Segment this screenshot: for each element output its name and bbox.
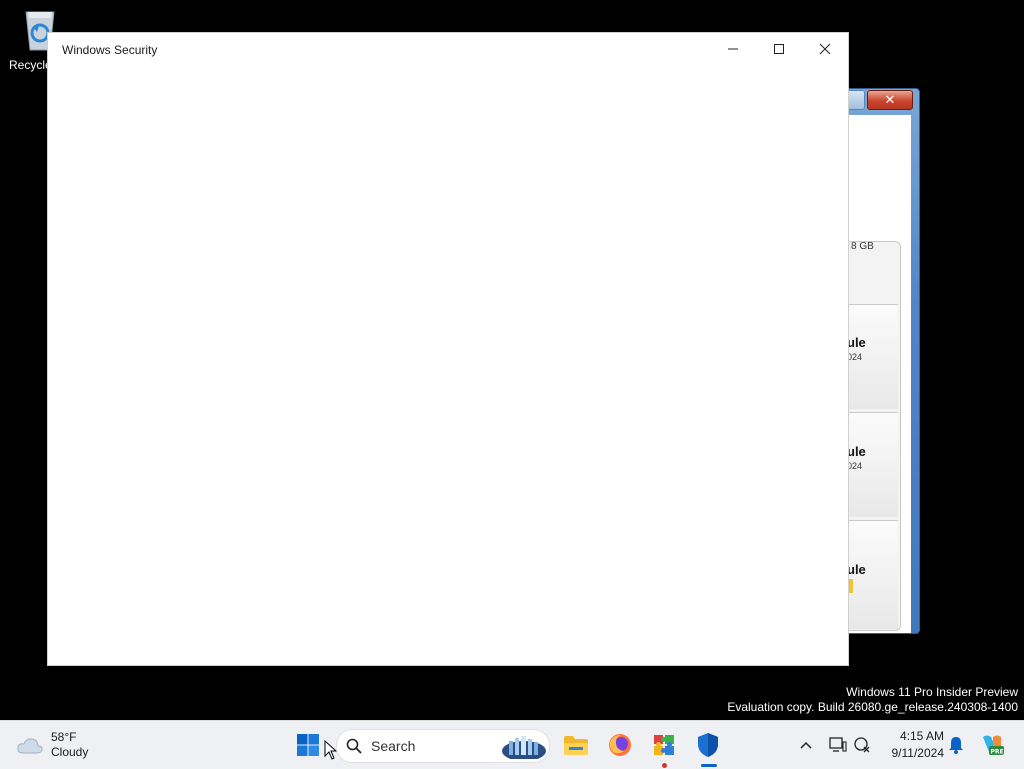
accessibility-button[interactable] — [846, 729, 878, 761]
svg-text:PRE: PRE — [991, 749, 1004, 756]
row-title: ule — [847, 562, 866, 577]
weather-temperature: 58°F — [51, 730, 77, 744]
windows-security-button[interactable] — [692, 729, 724, 761]
bell-icon — [949, 737, 963, 754]
start-button[interactable] — [292, 729, 324, 761]
network-icon — [829, 737, 847, 752]
storage-size-label: 8 GB — [851, 241, 874, 252]
show-hidden-icons-button[interactable] — [790, 729, 822, 761]
firefox-button[interactable] — [604, 729, 636, 761]
search-icon — [346, 738, 362, 754]
clock-time: 4:15 AM — [899, 729, 944, 743]
window-title: Windows Security — [62, 43, 158, 57]
minimize-button[interactable] — [710, 33, 756, 65]
row-title: ule — [847, 444, 866, 459]
search-highlight-icon — [502, 736, 546, 759]
background-window-restore-button[interactable] — [845, 90, 865, 110]
close-icon — [819, 43, 831, 55]
clock-date: 9/11/2024 — [891, 746, 945, 760]
clock[interactable]: 4:15 AM 9/11/2024 — [882, 728, 945, 762]
accessibility-icon — [854, 737, 870, 753]
puzzle-icon — [654, 735, 674, 755]
maximize-icon — [774, 44, 784, 54]
watermark-line-2: Evaluation copy. Build 26080.ge_release.… — [727, 700, 1018, 714]
folder-icon — [564, 736, 588, 755]
taskbar: 58°F Cloudy Search 4:15 AM 9/11/2024 PRE — [0, 720, 1024, 769]
close-button[interactable] — [802, 33, 848, 65]
copilot-button[interactable]: PRE — [976, 729, 1008, 761]
windows-start-icon — [297, 734, 319, 756]
title-bar[interactable]: Windows Security — [48, 33, 848, 65]
watermark-line-1: Windows 11 Pro Insider Preview — [846, 685, 1018, 699]
background-window-close-button[interactable]: ✕ — [867, 90, 913, 110]
weather-description: Cloudy — [51, 745, 89, 759]
weather-cloud-icon — [17, 738, 43, 754]
maximize-button[interactable] — [756, 33, 802, 65]
window-content — [48, 65, 848, 665]
search-input[interactable]: Search — [336, 729, 550, 763]
app-attention-indicator — [662, 763, 667, 768]
search-placeholder: Search — [371, 738, 416, 754]
notifications-button[interactable] — [940, 729, 972, 761]
chevron-up-icon — [800, 741, 812, 749]
evaluation-watermark: Windows 11 Pro Insider Preview Evaluatio… — [727, 685, 1018, 715]
firefox-icon — [609, 734, 631, 756]
file-explorer-button[interactable] — [560, 729, 592, 761]
desktop: Recycle Bin ✕ 8 GB ule 024 ule 024 ule W… — [0, 0, 1024, 720]
row-title: ule — [847, 335, 866, 350]
row-subtitle: 024 — [847, 352, 863, 362]
weather-widget[interactable]: 58°F Cloudy — [16, 729, 106, 761]
puzzle-app-button[interactable] — [648, 729, 680, 761]
minimize-icon — [728, 48, 738, 50]
active-app-indicator — [701, 764, 717, 767]
copilot-icon: PRE — [983, 735, 1004, 756]
row-subtitle: 024 — [847, 461, 863, 471]
windows-security-window[interactable]: Windows Security — [48, 33, 848, 665]
windows-security-shield-icon — [698, 733, 718, 757]
